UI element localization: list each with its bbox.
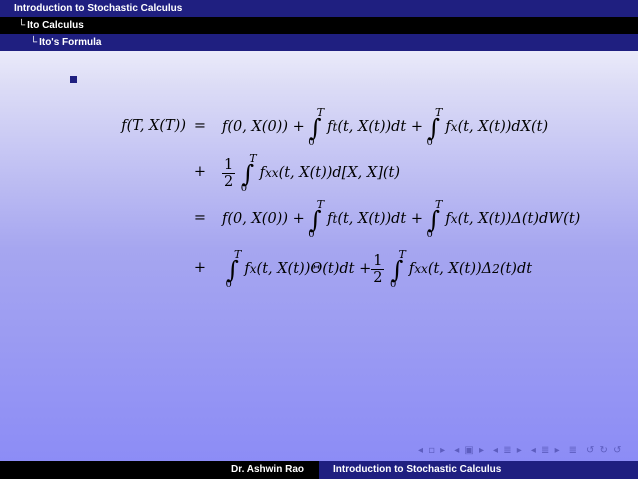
equation-line-2: + 12 T ∫ 0 f xx (t, X(t))d[X, X](t) [0, 150, 638, 196]
nav-subsection-icon[interactable]: ◂ ▣ ▸ [454, 445, 485, 456]
fraction: 12 [371, 252, 385, 286]
math-term: f(0, X(0)) + [222, 211, 305, 227]
math-term: (t, X(t))d[X, X](t) [278, 165, 401, 181]
equation-line-3: = f(0, X(0)) + T ∫ 0 ft (t, X(t))dt + T ∫ 0 … [0, 196, 638, 242]
header-subsection[interactable]: └ Ito Calculus [0, 17, 638, 34]
footer-title: Introduction to Stochastic Calculus [319, 461, 638, 479]
math-term: (t, X(t))Δ(t)dW(t) [457, 211, 581, 227]
integral-symbol: T ∫ 0 [308, 197, 325, 240]
equation-operator: = [193, 118, 207, 134]
math-term: (t, X(t))Θ(t)dt + [256, 261, 372, 277]
footer: Dr. Ashwin Rao Introduction to Stochasti… [0, 461, 638, 479]
header-section-label: Introduction to Stochastic Calculus [14, 3, 183, 14]
tree-branch-icon: └ [18, 20, 26, 31]
nav-section-icon[interactable]: ◂ ≣ ▸ [493, 445, 523, 456]
math-term: (t, X(t))Δ [427, 261, 493, 277]
equation-lhs: f(T, X(T)) [121, 118, 186, 134]
tree-branch-icon: └ [30, 37, 38, 48]
equation-operator: + [193, 164, 207, 180]
integral-symbol: T ∫ 0 [225, 247, 242, 290]
integral-symbol: T ∫ 0 [426, 105, 443, 148]
math-term: f(0, X(0)) + [222, 119, 305, 135]
equation-rhs: T ∫ 0 fx (t, X(t))Θ(t)dt + 12 T ∫ 0 f xx (t, … [222, 246, 532, 292]
math-subscript: x [450, 212, 458, 226]
equation-line-1: f(T, X(T)) = f(0, X(0)) + T ∫ 0 ft (t, X(t… [0, 104, 638, 150]
header-subsubsection-label: Ito's Formula [39, 37, 102, 48]
header-subsubsection[interactable]: └ Ito's Formula [0, 34, 638, 51]
integral-symbol: T ∫ 0 [308, 105, 325, 148]
math-subscript: x [450, 120, 458, 134]
bullet-square-icon [70, 76, 77, 83]
header-section[interactable]: Introduction to Stochastic Calculus [0, 0, 638, 17]
math-subscript: xx [414, 262, 428, 276]
equation-rhs: 12 T ∫ 0 f xx (t, X(t))d[X, X](t) [222, 150, 400, 196]
header-subsection-label: Ito Calculus [27, 20, 84, 31]
fraction: 12 [222, 156, 236, 190]
navigation-controls: ◂ ▫ ▸ ◂ ▣ ▸ ◂ ≣ ▸ ◂ ≣ ▸ ≣ ↺ ↻ ↺ [418, 445, 631, 456]
equation-operator: + [193, 260, 207, 276]
math-superscript: 2 [492, 262, 500, 276]
math-subscript: x [249, 262, 257, 276]
nav-presentation-icon[interactable]: ◂ ≣ ▸ [531, 445, 561, 456]
equation-rhs: f(0, X(0)) + T ∫ 0 ft (t, X(t))dt + T ∫ 0 fx… [222, 196, 580, 242]
integral-symbol: T ∫ 0 [240, 151, 257, 194]
integral-symbol: T ∫ 0 [426, 197, 443, 240]
math-term: (t, X(t))dX(t) [457, 119, 549, 135]
nav-frame-icon[interactable]: ◂ ▫ ▸ [418, 445, 446, 456]
integral-symbol: T ∫ 0 [389, 247, 406, 290]
nav-toc-icon[interactable]: ≣ [569, 445, 578, 456]
math-term: (t, X(t))dt + [337, 119, 424, 135]
footer-author: Dr. Ashwin Rao [0, 461, 319, 479]
nav-search-icon[interactable]: ↺ ↻ ↺ [586, 445, 623, 456]
equation-line-4: + T ∫ 0 fx (t, X(t))Θ(t)dt + 12 T ∫ 0 f xx (t… [0, 246, 638, 292]
math-subscript: xx [264, 166, 279, 180]
equation-operator: = [193, 210, 207, 226]
math-term: (t)dt [499, 261, 533, 277]
math-term: (t, X(t))dt + [337, 211, 424, 227]
equation-rhs: f(0, X(0)) + T ∫ 0 ft (t, X(t))dt + T ∫ 0 fx… [222, 104, 548, 150]
